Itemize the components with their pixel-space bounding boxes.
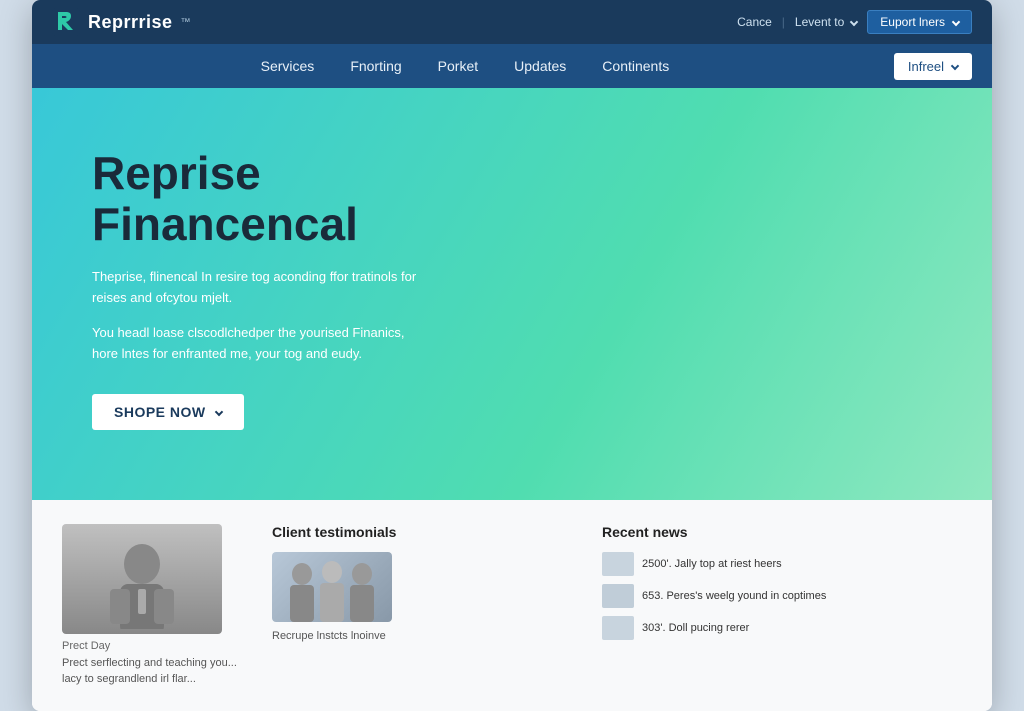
nav-item-fnorting[interactable]: Fnorting <box>332 44 419 88</box>
news-text-2: 653. Peres's weelg yound in coptimes <box>642 589 826 603</box>
hero-description-2: You headl loase clscodlchedper the youri… <box>92 323 432 365</box>
news-thumb <box>602 552 634 576</box>
browser-frame: Reprrrise ™ Cance | Levent to Euport lner… <box>32 0 992 711</box>
top-right-controls: Cance | Levent to Euport lners <box>737 10 972 34</box>
export-button[interactable]: Euport lners <box>867 10 972 34</box>
logo-area: Reprrrise ™ <box>52 8 191 36</box>
testimonials-title: Client testimonials <box>272 524 572 540</box>
person-card: Prect Day Prect serflecting and teaching… <box>62 524 242 687</box>
chevron-down-icon <box>951 62 959 70</box>
hero-section: Reprise Financencal Theprise, flinencal … <box>32 88 992 500</box>
recent-news-section: Recent news 2500'. Jally top at riest he… <box>602 524 962 648</box>
testimonial-people-svg <box>272 552 392 622</box>
news-item: 2500'. Jally top at riest heers <box>602 552 962 576</box>
testimonials-section: Client testimonials Recrupe lnstcts lnoi… <box>272 524 572 642</box>
person-silhouette-svg <box>92 529 192 629</box>
hero-description-1: Theprise, flinencal In resire tog acondi… <box>92 267 432 309</box>
nav-links: Services Fnorting Porket Updates Contine… <box>52 44 878 88</box>
bottom-section: Prect Day Prect serflecting and teaching… <box>32 500 992 711</box>
chevron-down-icon <box>850 18 858 26</box>
logo-tm: ™ <box>181 17 191 28</box>
testimonial-img-inner <box>272 552 392 622</box>
person-image-inner <box>62 524 222 634</box>
news-text-1: 2500'. Jally top at riest heers <box>642 557 782 571</box>
hero-title: Reprise Financencal <box>92 148 512 249</box>
cancel-link[interactable]: Cance <box>737 15 772 29</box>
chevron-right-icon <box>214 408 222 416</box>
nav-bar: Services Fnorting Porket Updates Contine… <box>32 44 992 88</box>
infreel-button[interactable]: Infreel <box>894 53 972 80</box>
levent-dropdown[interactable]: Levent to <box>795 15 857 29</box>
nav-item-services[interactable]: Services <box>243 44 333 88</box>
news-text-3: 303'. Doll pucing rerer <box>642 621 749 635</box>
news-thumb <box>602 584 634 608</box>
nav-item-updates[interactable]: Updates <box>496 44 584 88</box>
recent-news-title: Recent news <box>602 524 962 540</box>
testimonial-bottom-text: Recrupe lnstcts lnoinve <box>272 630 572 642</box>
person-label: Prect Day <box>62 640 242 652</box>
divider: | <box>782 15 785 29</box>
shop-now-button[interactable]: SHOPE NOW <box>92 394 244 430</box>
news-thumb <box>602 616 634 640</box>
logo-text: Reprrrise <box>88 12 173 33</box>
reprise-logo-icon <box>52 8 80 36</box>
person-image <box>62 524 222 634</box>
chevron-down-icon <box>952 18 960 26</box>
person-text: Prect serflecting and teaching you... la… <box>62 656 242 687</box>
news-item: 303'. Doll pucing rerer <box>602 616 962 640</box>
news-item: 653. Peres's weelg yound in coptimes <box>602 584 962 608</box>
nav-item-porket[interactable]: Porket <box>420 44 496 88</box>
top-bar: Reprrrise ™ Cance | Levent to Euport lner… <box>32 0 992 44</box>
nav-item-continents[interactable]: Continents <box>584 44 687 88</box>
testimonial-image <box>272 552 392 622</box>
